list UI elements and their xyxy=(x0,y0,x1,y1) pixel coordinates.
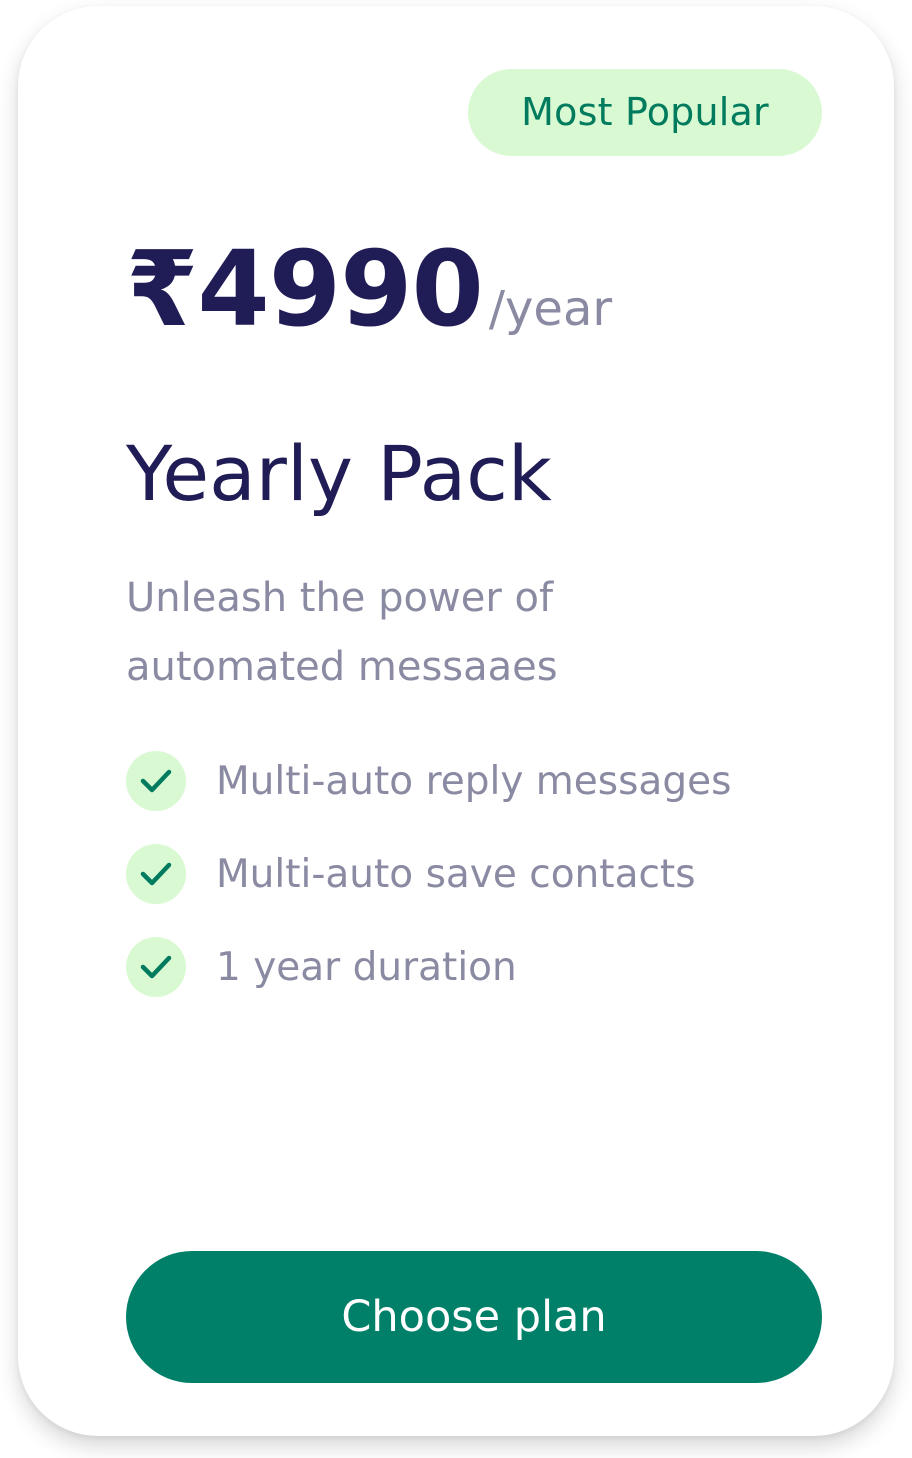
check-icon xyxy=(126,751,186,811)
plan-title: Yearly Pack xyxy=(126,429,552,518)
choose-plan-button[interactable]: Choose plan xyxy=(126,1251,822,1383)
price: ₹4990/year xyxy=(126,228,612,350)
feature-item: 1 year duration xyxy=(126,936,731,998)
price-period: /year xyxy=(488,281,613,337)
feature-item: Multi-auto save contacts xyxy=(126,843,731,905)
check-icon xyxy=(126,937,186,997)
feature-label: 1 year duration xyxy=(216,944,517,990)
price-amount: ₹4990 xyxy=(126,228,484,350)
feature-list: Multi-auto reply messages Multi-auto sav… xyxy=(126,750,731,1029)
plan-description: Unleash the power of automated messaaes xyxy=(126,575,558,690)
feature-label: Multi-auto save contacts xyxy=(216,851,696,897)
most-popular-badge: Most Popular xyxy=(468,69,822,156)
check-icon xyxy=(126,844,186,904)
pricing-card: Most Popular ₹4990/year Yearly Pack Unle… xyxy=(18,6,894,1436)
feature-label: Multi-auto reply messages xyxy=(216,758,732,804)
feature-item: Multi-auto reply messages xyxy=(126,750,731,812)
